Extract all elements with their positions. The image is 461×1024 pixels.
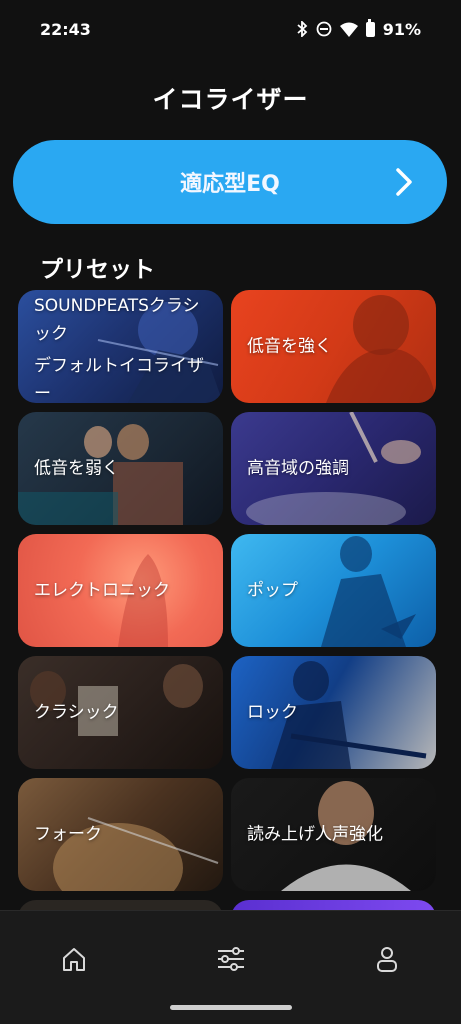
- bluetooth-icon: [296, 21, 308, 37]
- preset-card-folk[interactable]: フォーク: [18, 778, 223, 891]
- preset-label: 低音を強く: [247, 336, 332, 356]
- do-not-disturb-icon: [316, 21, 332, 37]
- preset-card-rock[interactable]: ロック: [231, 656, 436, 769]
- battery-percent: 91%: [382, 19, 421, 39]
- preset-label: SOUNDPEATSクラシック: [34, 296, 200, 344]
- home-icon: [60, 945, 88, 977]
- preset-card-pop[interactable]: ポップ: [231, 534, 436, 647]
- nav-profile[interactable]: [365, 939, 409, 983]
- nav-home[interactable]: [52, 939, 96, 983]
- preset-card-bass-reduce[interactable]: 低音を弱く: [18, 412, 223, 525]
- preset-label: ロック: [247, 702, 298, 722]
- preset-card-bass-boost[interactable]: 低音を強く: [231, 290, 436, 403]
- wifi-icon: [339, 22, 358, 37]
- adaptive-eq-label: 適応型EQ: [180, 172, 280, 197]
- adaptive-eq-button[interactable]: 適応型EQ: [13, 140, 447, 224]
- preset-sublabel: デフォルトイコライザー: [34, 356, 204, 403]
- preset-card-voice-enhance[interactable]: 読み上げ人声強化: [231, 778, 436, 891]
- equalizer-sliders-icon: [216, 945, 246, 977]
- profile-icon: [374, 945, 400, 977]
- preset-card-classical[interactable]: クラシック: [18, 656, 223, 769]
- presets-title: プリセット: [40, 257, 155, 283]
- preset-label: ポップ: [247, 580, 298, 600]
- preset-card-electronic[interactable]: エレクトロニック: [18, 534, 223, 647]
- page-title: イコライザー: [152, 85, 309, 114]
- preset-card-treble-boost[interactable]: 高音域の強調: [231, 412, 436, 525]
- preset-card-soundpeats-classic[interactable]: SOUNDPEATSクラシック デフォルトイコライザー: [18, 290, 223, 403]
- preset-label: クラシック: [34, 702, 119, 722]
- gesture-bar[interactable]: [170, 1005, 292, 1010]
- preset-label: フォーク: [34, 824, 102, 844]
- status-icons: 91%: [296, 18, 421, 39]
- nav-equalizer[interactable]: [209, 939, 253, 983]
- status-bar: 22:43 91%: [0, 0, 461, 58]
- preset-label: 低音を弱く: [34, 458, 119, 478]
- status-time: 22:43: [40, 19, 91, 39]
- preset-label: エレクトロニック: [34, 580, 170, 600]
- preset-label: 高音域の強調: [247, 458, 349, 478]
- preset-card-partial-right[interactable]: [231, 900, 436, 910]
- chevron-right-icon: [395, 167, 413, 201]
- preset-grid: SOUNDPEATSクラシック デフォルトイコライザー 低音を強く 低音を弱く …: [0, 290, 461, 910]
- preset-label: 読み上げ人声強化: [247, 824, 383, 844]
- preset-card-partial-left[interactable]: [18, 900, 223, 910]
- battery-icon: [365, 18, 375, 37]
